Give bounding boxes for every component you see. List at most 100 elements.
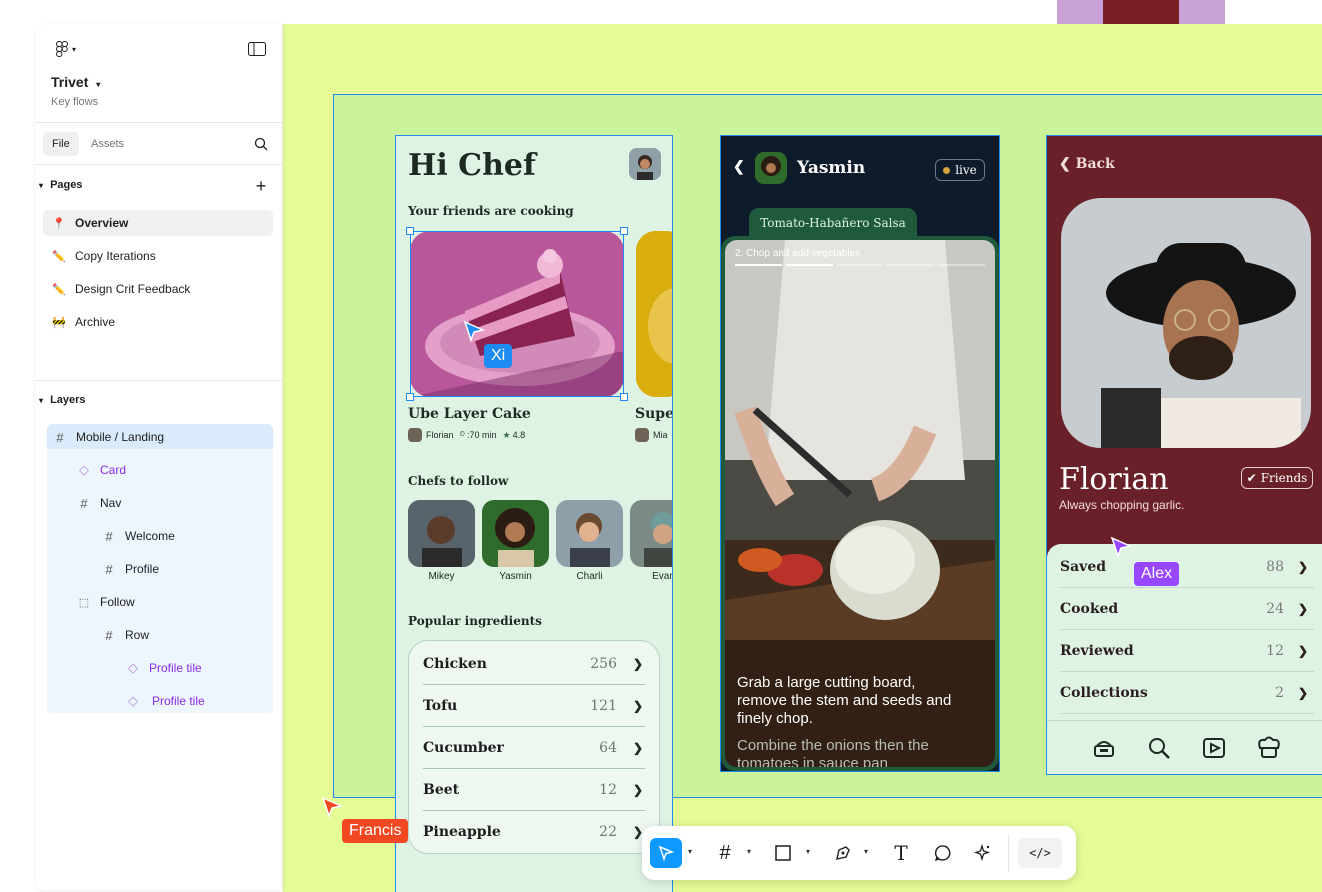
chevron-down-icon[interactable]: ▾ [688, 847, 692, 856]
step-label: 2. Chop and add vegetables [735, 248, 860, 259]
layer-nav[interactable]: # Nav [77, 491, 121, 515]
selection-handle[interactable] [620, 227, 628, 235]
selection-handle[interactable] [406, 393, 414, 401]
check-icon: ✔ [1246, 471, 1257, 485]
live-badge: live [935, 159, 985, 181]
live-dot-icon [943, 166, 951, 174]
canvas[interactable]: Hi Chef Your friends are cooking Ube Lay… [283, 24, 1322, 892]
recipe-title: Ube Layer Cake [408, 406, 531, 422]
back-button[interactable]: ❮ Back [1059, 156, 1115, 172]
recipe-card-image-2[interactable] [636, 231, 672, 397]
file-name[interactable]: Trivet ▾ [51, 74, 100, 90]
move-tool-button[interactable] [650, 838, 682, 868]
layer-welcome[interactable]: # Welcome [102, 524, 174, 548]
comment-tool-button[interactable] [930, 838, 956, 868]
page-item-archive[interactable]: 🚧 Archive [43, 309, 273, 335]
stat-row[interactable]: Reviewed 12 ❯ [1060, 630, 1314, 672]
code-icon: </> [1029, 846, 1051, 860]
layer-profile-tile[interactable]: ◇ Profile tile [126, 689, 205, 713]
pin-icon: 📍 [52, 217, 66, 230]
layer-card[interactable]: ◇ Card [77, 458, 126, 482]
selection-handle[interactable] [406, 227, 414, 235]
figma-logo-icon[interactable]: ▾ [51, 39, 81, 59]
recipe-tab[interactable]: Tomato-Habañero Salsa [749, 208, 917, 238]
layer-follow[interactable]: ⬚ Follow [77, 590, 135, 614]
pen-tool-button[interactable] [830, 838, 856, 868]
layer-mobile-landing[interactable]: # Mobile / Landing [53, 425, 164, 449]
search-icon[interactable] [251, 134, 271, 154]
text-tool-button[interactable]: T [888, 838, 914, 868]
chef-tile[interactable]: Yasmin [482, 500, 549, 582]
dev-mode-toggle[interactable]: </> [1018, 838, 1062, 868]
ingredient-row[interactable]: Chicken 256 ❯ [423, 643, 645, 685]
chevron-down-icon: ▾ [96, 80, 101, 89]
ingredients-card: Chicken 256 ❯ Tofu 121 ❯ Cucumber 64 ❯ Beet 12 ❯… [408, 640, 660, 854]
step-number: 2. [735, 248, 744, 259]
stat-row[interactable]: Saved 88 ❯ [1060, 546, 1314, 588]
chevron-down-icon[interactable]: ▾ [747, 847, 751, 856]
friends-label: Friends [1260, 471, 1308, 485]
chef-tile[interactable]: Charli [556, 500, 623, 582]
ingredient-row[interactable]: Beet 12 ❯ [423, 769, 645, 811]
selection-handle[interactable] [620, 393, 628, 401]
layer-profile[interactable]: # Profile [102, 557, 159, 581]
layer-label: Follow [100, 595, 135, 609]
frame-profile[interactable]: ❮ Back Florian ✔ Friends Always chopping… [1046, 135, 1322, 775]
back-chevron-icon[interactable]: ❮ [733, 158, 745, 175]
selection-box [410, 231, 624, 397]
chef-tile[interactable]: Mikey [408, 500, 475, 582]
ingredient-name: Pineapple [423, 824, 501, 840]
chef-photo [556, 500, 623, 567]
stat-row[interactable]: Collections 2 ❯ [1060, 672, 1314, 714]
cookbook-icon[interactable] [1091, 735, 1117, 761]
stat-row[interactable]: Cooked 24 ❯ [1060, 588, 1314, 630]
friends-badge[interactable]: ✔ Friends [1241, 467, 1313, 489]
layer-profile-tile[interactable]: ◇ Profile tile [126, 656, 202, 680]
ingredient-row[interactable]: Pineapple 22 ❯ [423, 811, 645, 853]
layer-label: Mobile / Landing [76, 430, 165, 444]
ingredient-row[interactable]: Cucumber 64 ❯ [423, 727, 645, 769]
search-icon[interactable] [1146, 735, 1172, 761]
florian-photo [1061, 198, 1311, 448]
page-item-design-crit[interactable]: ✏️ Design Crit Feedback [43, 276, 273, 302]
frame-video-step[interactable]: ❮ Yasmin live Tomato-Habañero Salsa 2. C… [720, 135, 1000, 772]
file-subtitle: Key flows [51, 96, 99, 108]
caption-main: Grab a large cutting board, remove the s… [737, 674, 952, 727]
divider [35, 122, 283, 123]
tab-assets[interactable]: Assets [91, 132, 124, 156]
actions-tool-button[interactable] [970, 838, 996, 868]
frame-tool-button[interactable]: # [712, 838, 738, 868]
host-photo [755, 152, 787, 184]
add-page-icon[interactable]: + [251, 176, 271, 196]
play-icon[interactable] [1201, 735, 1227, 761]
page-item-copy-iterations[interactable]: ✏️ Copy Iterations [43, 243, 273, 269]
caption-next: Combine the onions then the tomatoes in … [737, 737, 929, 767]
profile-stats-card: Saved 88 ❯ Cooked 24 ❯ Reviewed 12 ❯ Collectio… [1047, 544, 1322, 774]
shape-tool-button[interactable] [770, 838, 796, 868]
sidebar-toggle-icon[interactable] [245, 40, 269, 58]
page-item-overview[interactable]: 📍 Overview [43, 210, 273, 236]
tab-file[interactable]: File [43, 132, 79, 156]
ingredient-row[interactable]: Tofu 121 ❯ [423, 685, 645, 727]
chef-name: Charli [576, 571, 603, 582]
section-icon: ⬚ [78, 596, 90, 609]
avatar[interactable] [629, 148, 661, 180]
canvas-swatch [1057, 0, 1103, 24]
chef-tile[interactable]: Evan [630, 500, 672, 582]
pages-title: Pages [50, 179, 83, 191]
chevron-down-icon[interactable]: ▾ [864, 847, 868, 856]
chevron-down-icon[interactable]: ▾ [806, 847, 810, 856]
layer-row[interactable]: # Row [102, 623, 149, 647]
chef-hat-icon[interactable] [1255, 735, 1283, 761]
host-avatar[interactable] [755, 152, 787, 184]
comment-icon [934, 845, 951, 862]
layer-label: Card [100, 463, 127, 477]
page-label: Copy Iterations [75, 249, 156, 263]
video-container[interactable]: 2. Chop and add vegetables Grab a large … [721, 236, 999, 771]
frame-mobile-landing[interactable]: Hi Chef Your friends are cooking Ube Lay… [395, 135, 673, 892]
ingredient-count: 22 [599, 824, 617, 840]
chevron-down-icon: ▾ [71, 44, 76, 54]
pages-header[interactable]: ▾ Pages [39, 179, 83, 191]
layer-label: Profile tile [149, 661, 202, 675]
layers-header[interactable]: ▾ Layers [39, 394, 86, 406]
